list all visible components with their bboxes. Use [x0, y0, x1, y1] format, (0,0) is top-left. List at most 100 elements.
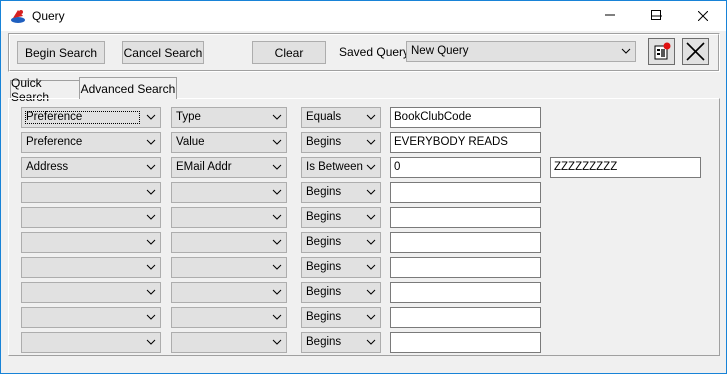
chevron-down-icon	[146, 214, 156, 220]
chevron-down-icon	[366, 264, 376, 270]
chevron-down-icon	[146, 239, 156, 245]
operator-select-value: Begins	[306, 136, 342, 148]
field-select-value: Preference	[26, 136, 83, 148]
operator-select[interactable]: Begins	[301, 207, 381, 228]
subfield-select[interactable]	[171, 332, 287, 353]
second-value-input[interactable]: ZZZZZZZZZ	[550, 157, 701, 178]
operator-select-value: Begins	[306, 311, 342, 323]
maximize-button-visible[interactable]	[633, 0, 679, 30]
operator-select[interactable]: Begins	[301, 232, 381, 253]
operator-select-value: Begins	[306, 286, 342, 298]
value-input[interactable]	[390, 232, 541, 253]
saved-query-value: New Query	[411, 45, 469, 57]
close-icon	[698, 11, 708, 21]
subfield-select-value: EMail Addr	[176, 161, 232, 173]
begin-search-button[interactable]: Begin Search	[17, 41, 105, 64]
chevron-down-icon	[272, 314, 282, 320]
chevron-down-icon	[146, 289, 156, 295]
value-input[interactable]	[390, 332, 541, 353]
close-button[interactable]	[680, 1, 726, 31]
operator-select[interactable]: Begins	[301, 282, 381, 303]
operator-select[interactable]: Begins	[301, 132, 381, 153]
chevron-down-icon	[366, 314, 376, 320]
field-select[interactable]	[21, 282, 161, 303]
chevron-down-icon	[366, 239, 376, 245]
cancel-search-button[interactable]: Cancel Search	[122, 41, 204, 64]
field-select-value: Address	[26, 161, 69, 173]
field-select[interactable]	[21, 307, 161, 328]
operator-select-value: Begins	[306, 186, 342, 198]
saved-query-label: Saved Query:	[339, 45, 413, 59]
operator-select-value: Begins	[306, 211, 342, 223]
field-select[interactable]	[21, 332, 161, 353]
saved-query-select[interactable]: New Query	[406, 41, 636, 62]
subfield-select[interactable]: Type	[171, 107, 287, 128]
subfield-select[interactable]	[171, 207, 287, 228]
save-query-button[interactable]	[648, 38, 675, 65]
value-input[interactable]	[390, 307, 541, 328]
chevron-down-icon	[272, 139, 282, 145]
chevron-down-icon	[146, 339, 156, 345]
subfield-select[interactable]	[171, 307, 287, 328]
chevron-down-icon	[146, 164, 156, 170]
value-input[interactable]	[390, 282, 541, 303]
focus-indicator	[25, 111, 140, 124]
clear-button[interactable]: Clear	[252, 41, 326, 64]
subfield-select[interactable]	[171, 182, 287, 203]
subfield-select[interactable]: Value	[171, 132, 287, 153]
value-input-value: BookClubCode	[394, 111, 472, 123]
second-value-input-value: ZZZZZZZZZ	[554, 161, 618, 173]
field-select[interactable]: Preference	[21, 107, 161, 128]
field-select[interactable]	[21, 207, 161, 228]
chevron-down-icon	[366, 214, 376, 220]
maximize-icon	[651, 10, 661, 20]
value-input[interactable]: EVERYBODY READS	[390, 132, 541, 153]
chevron-down-icon	[146, 114, 156, 120]
chevron-down-icon	[366, 164, 376, 170]
chevron-down-icon	[272, 189, 282, 195]
operator-select[interactable]: Begins	[301, 332, 381, 353]
value-input[interactable]	[390, 207, 541, 228]
subfield-select[interactable]	[171, 257, 287, 278]
chevron-down-icon	[146, 189, 156, 195]
tab-advanced-search[interactable]: Advanced Search	[79, 77, 177, 99]
field-select[interactable]: Address	[21, 157, 161, 178]
field-select[interactable]	[21, 182, 161, 203]
minimize-button-visible[interactable]	[587, 0, 633, 30]
subfield-select[interactable]	[171, 232, 287, 253]
field-select[interactable]	[21, 232, 161, 253]
subfield-select-value: Value	[176, 136, 205, 148]
operator-select-value: Is Between	[306, 161, 363, 173]
operator-select[interactable]: Begins	[301, 182, 381, 203]
chevron-down-icon	[366, 139, 376, 145]
field-select[interactable]	[21, 257, 161, 278]
operator-select[interactable]: Begins	[301, 257, 381, 278]
chevron-down-icon	[366, 114, 376, 120]
operator-select[interactable]: Equals	[301, 107, 381, 128]
chevron-down-icon	[272, 339, 282, 345]
value-input[interactable]	[390, 257, 541, 278]
value-input[interactable]	[390, 182, 541, 203]
value-input-value: 0	[394, 161, 401, 173]
chevron-down-icon	[272, 114, 282, 120]
window-title: Query	[32, 9, 65, 23]
value-input[interactable]: BookClubCode	[390, 107, 541, 128]
chevron-down-icon	[146, 314, 156, 320]
subfield-select[interactable]	[171, 282, 287, 303]
tab-quick-search[interactable]: Quick Search	[10, 76, 82, 104]
operator-select[interactable]: Begins	[301, 307, 381, 328]
chevron-down-icon	[272, 289, 282, 295]
chevron-down-icon	[366, 339, 376, 345]
delete-query-button[interactable]	[682, 38, 709, 65]
subfield-select[interactable]: EMail Addr	[171, 157, 287, 178]
chevron-down-icon	[366, 189, 376, 195]
chevron-down-icon	[621, 48, 631, 54]
minimize-icon	[605, 14, 615, 16]
chevron-down-icon	[146, 264, 156, 270]
value-input[interactable]: 0	[390, 157, 541, 178]
operator-select[interactable]: Is Between	[301, 157, 381, 178]
delete-query-icon	[686, 42, 705, 61]
query-app-icon	[11, 10, 25, 23]
operator-select-value: Equals	[306, 111, 342, 123]
field-select[interactable]: Preference	[21, 132, 161, 153]
